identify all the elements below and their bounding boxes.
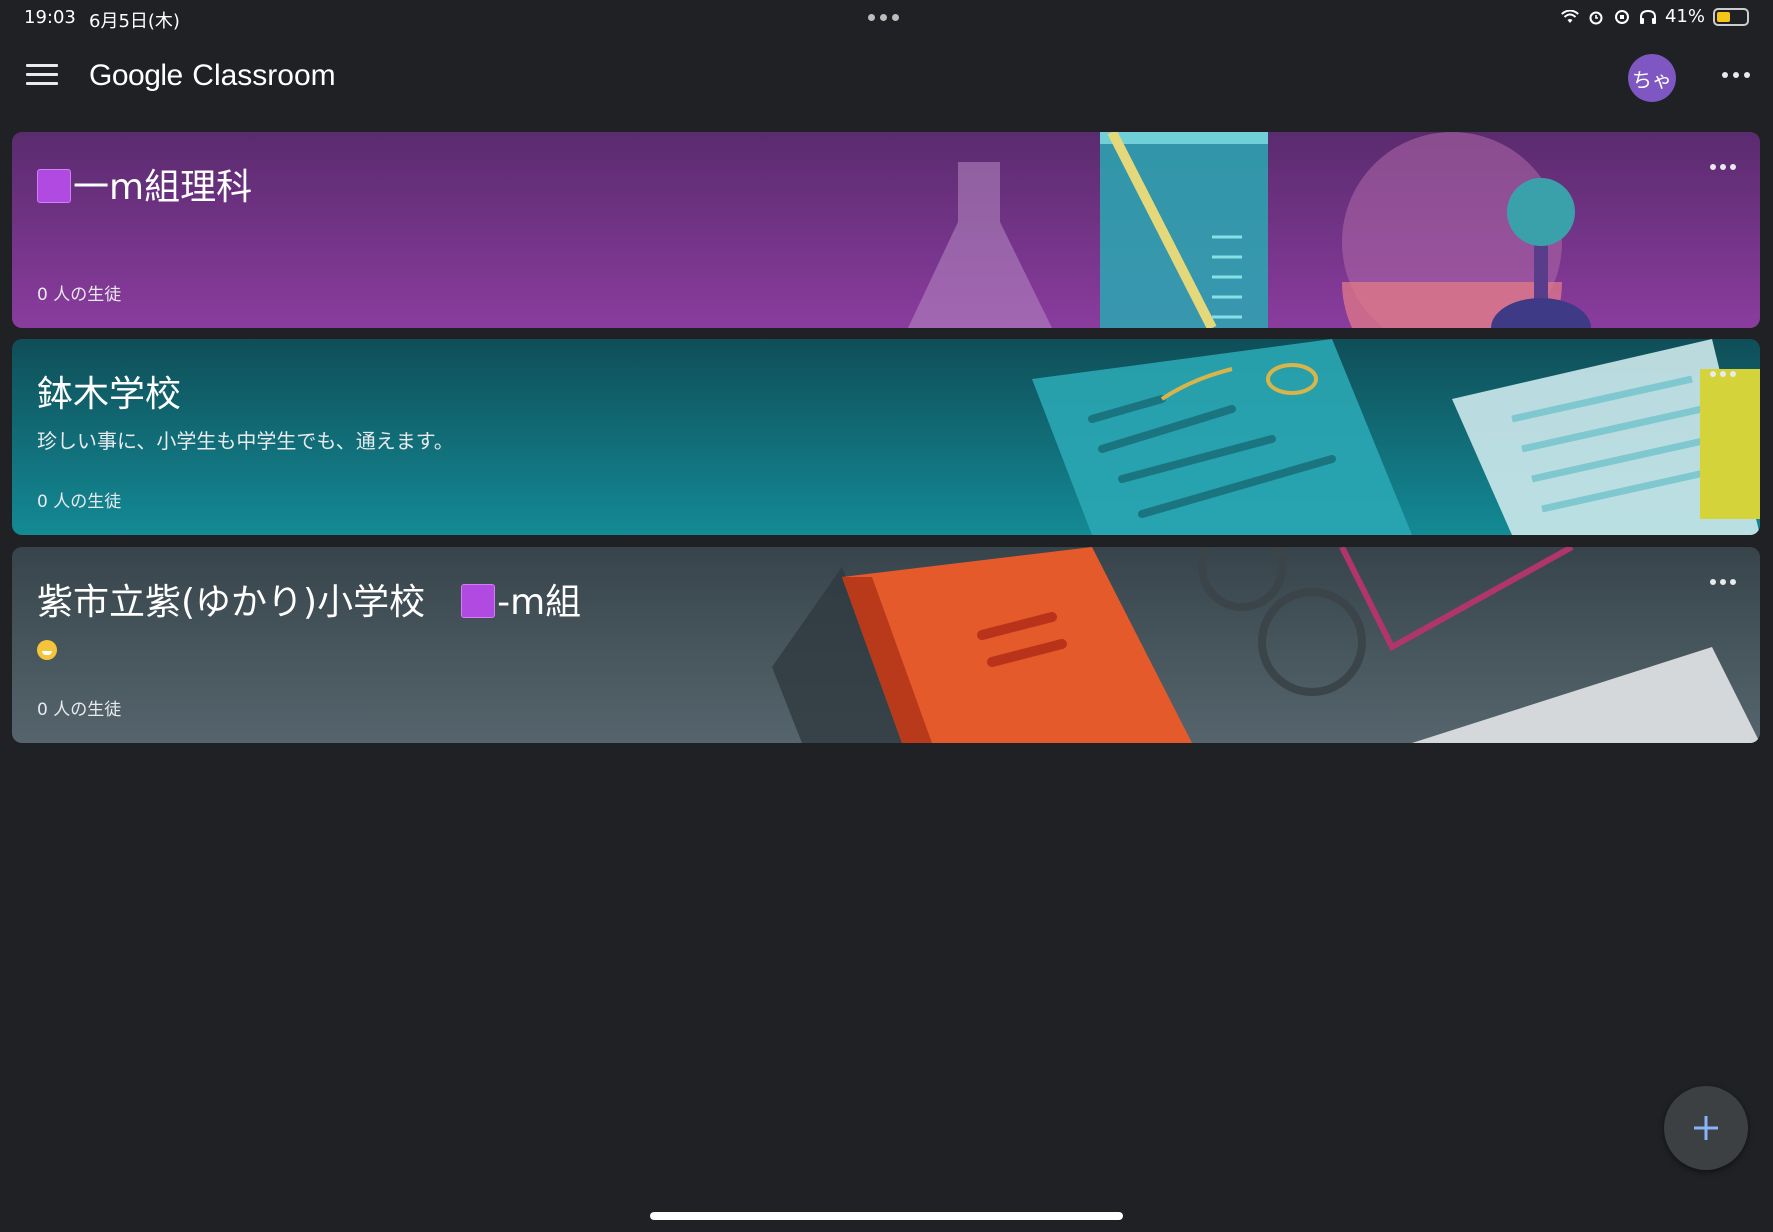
class-title[interactable]: 紫市立紫(ゆかり)小学校 -m組 [37, 573, 581, 625]
status-bar: 19:03 6月5日(木) 41% [0, 0, 1773, 36]
plus-icon [1694, 1116, 1718, 1140]
add-class-button[interactable] [1664, 1086, 1748, 1170]
class-card-elementary[interactable]: 紫市立紫(ゆかり)小学校 -m組 0 人の生徒 [12, 547, 1760, 743]
class-description: 珍しい事に、小学生も中学生でも、通えます。 [37, 429, 454, 453]
home-indicator[interactable] [650, 1212, 1123, 1220]
multitasking-dots-icon[interactable] [868, 8, 899, 21]
more-options-icon[interactable] [1722, 72, 1750, 78]
class-description [37, 640, 57, 665]
brand-classroom: Classroom [192, 59, 336, 92]
alarm-icon [1587, 8, 1605, 26]
avatar[interactable]: ちゃ [1628, 54, 1676, 102]
orientation-lock-icon [1613, 8, 1631, 26]
grinning-face-icon [37, 640, 57, 660]
card-banner-science [12, 132, 1760, 328]
app-brand: Google Classroom [89, 58, 336, 93]
wifi-icon [1561, 8, 1579, 26]
class-more-icon[interactable] [1710, 579, 1736, 585]
status-icons: 41% [1561, 6, 1749, 27]
menu-icon[interactable] [26, 64, 58, 88]
student-count: 0 人の生徒 [37, 285, 122, 305]
purple-square-icon [461, 584, 496, 618]
class-card-science[interactable]: 一m組理科 0 人の生徒 [12, 132, 1760, 328]
class-card-school[interactable]: 鉢木学校 珍しい事に、小学生も中学生でも、通えます。 0 人の生徒 [12, 339, 1760, 535]
class-title[interactable]: 鉢木学校 [37, 365, 181, 417]
class-title[interactable]: 一m組理科 [37, 158, 252, 210]
class-more-icon[interactable] [1710, 371, 1736, 377]
status-time: 19:03 [24, 7, 76, 28]
headphones-icon [1639, 8, 1657, 26]
app-bar: Google Classroom ちゃ [0, 36, 1773, 120]
brand-google: Google [89, 59, 183, 92]
class-more-icon[interactable] [1710, 164, 1736, 170]
battery-percent: 41% [1664, 6, 1705, 27]
student-count: 0 人の生徒 [37, 492, 122, 512]
student-count: 0 人の生徒 [37, 700, 122, 720]
status-date: 6月5日(木) [89, 11, 180, 32]
battery-icon [1713, 7, 1749, 26]
purple-square-icon [37, 169, 71, 203]
